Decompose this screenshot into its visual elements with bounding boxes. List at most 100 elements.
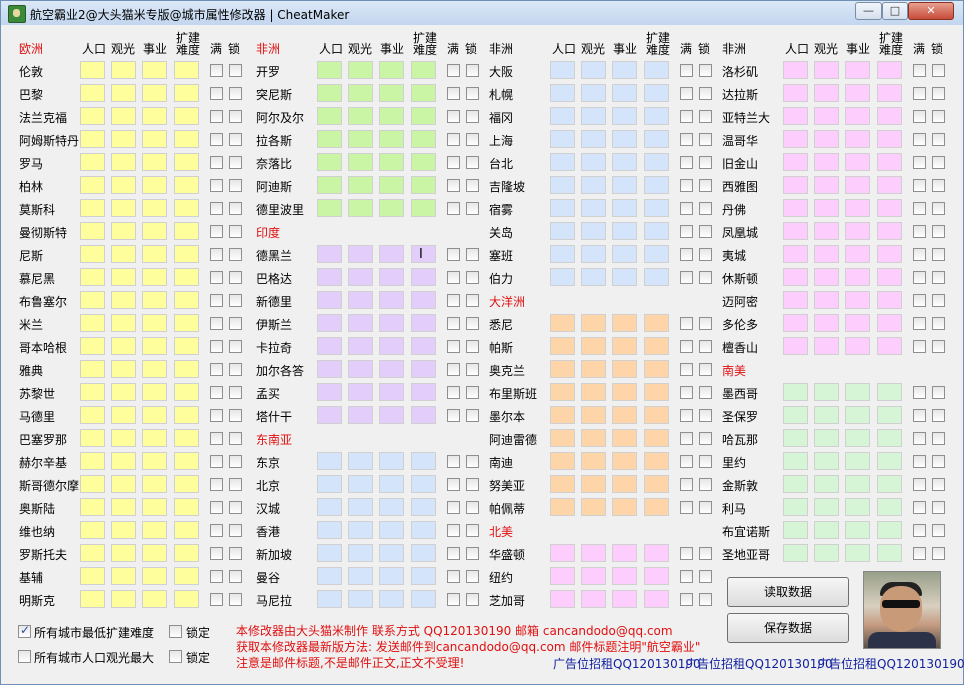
sightseeing-input[interactable] xyxy=(814,452,839,470)
sightseeing-input[interactable] xyxy=(814,199,839,217)
full-checkbox[interactable] xyxy=(210,386,223,399)
full-checkbox[interactable] xyxy=(210,593,223,606)
business-input[interactable] xyxy=(142,475,167,493)
business-input[interactable] xyxy=(845,107,870,125)
full-checkbox[interactable] xyxy=(680,432,693,445)
close-button[interactable]: ✕ xyxy=(908,2,954,20)
sightseeing-input[interactable] xyxy=(581,590,606,608)
sightseeing-input[interactable] xyxy=(348,544,373,562)
full-checkbox[interactable] xyxy=(913,64,926,77)
sightseeing-input[interactable] xyxy=(348,84,373,102)
full-checkbox[interactable] xyxy=(447,524,460,537)
lock-checkbox[interactable] xyxy=(229,501,242,514)
business-input[interactable] xyxy=(845,84,870,102)
full-checkbox[interactable] xyxy=(680,202,693,215)
sightseeing-input[interactable] xyxy=(581,429,606,447)
expand-difficulty-input[interactable] xyxy=(877,521,902,539)
full-checkbox[interactable] xyxy=(447,294,460,307)
expand-difficulty-input[interactable] xyxy=(877,107,902,125)
sightseeing-input[interactable] xyxy=(814,337,839,355)
population-input[interactable] xyxy=(550,107,575,125)
expand-difficulty-input[interactable] xyxy=(174,590,199,608)
full-checkbox[interactable] xyxy=(913,386,926,399)
business-input[interactable] xyxy=(612,153,637,171)
population-input[interactable] xyxy=(550,176,575,194)
full-checkbox[interactable] xyxy=(447,593,460,606)
business-input[interactable] xyxy=(142,291,167,309)
sightseeing-input[interactable] xyxy=(348,153,373,171)
business-input[interactable] xyxy=(142,429,167,447)
population-input[interactable] xyxy=(317,337,342,355)
full-checkbox[interactable] xyxy=(680,455,693,468)
business-input[interactable] xyxy=(612,590,637,608)
save-data-button[interactable]: 保存数据 xyxy=(727,613,849,643)
lock-checkbox[interactable] xyxy=(932,340,945,353)
lock-checkbox[interactable] xyxy=(932,248,945,261)
full-checkbox[interactable] xyxy=(913,340,926,353)
full-checkbox[interactable] xyxy=(210,156,223,169)
full-checkbox[interactable] xyxy=(913,317,926,330)
population-input[interactable] xyxy=(550,130,575,148)
sightseeing-input[interactable] xyxy=(111,429,136,447)
full-checkbox[interactable] xyxy=(447,501,460,514)
population-input[interactable] xyxy=(550,61,575,79)
sightseeing-input[interactable] xyxy=(111,268,136,286)
full-checkbox[interactable] xyxy=(210,64,223,77)
full-checkbox[interactable] xyxy=(913,294,926,307)
expand-difficulty-input[interactable] xyxy=(174,61,199,79)
population-input[interactable] xyxy=(550,406,575,424)
lock-checkbox[interactable] xyxy=(229,455,242,468)
sightseeing-input[interactable] xyxy=(814,84,839,102)
sightseeing-input[interactable] xyxy=(581,567,606,585)
full-checkbox[interactable] xyxy=(447,317,460,330)
business-input[interactable] xyxy=(612,406,637,424)
sightseeing-input[interactable] xyxy=(348,268,373,286)
full-checkbox[interactable] xyxy=(913,87,926,100)
business-input[interactable] xyxy=(612,84,637,102)
business-input[interactable] xyxy=(379,544,404,562)
population-input[interactable] xyxy=(550,199,575,217)
sightseeing-input[interactable] xyxy=(581,406,606,424)
full-checkbox[interactable] xyxy=(913,409,926,422)
sightseeing-input[interactable] xyxy=(111,383,136,401)
population-input[interactable] xyxy=(80,452,105,470)
expand-difficulty-input[interactable] xyxy=(411,360,436,378)
expand-difficulty-input[interactable] xyxy=(411,268,436,286)
sightseeing-input[interactable] xyxy=(581,383,606,401)
expand-difficulty-input[interactable] xyxy=(644,544,669,562)
business-input[interactable] xyxy=(845,521,870,539)
lock-checkbox[interactable] xyxy=(932,64,945,77)
business-input[interactable] xyxy=(379,567,404,585)
population-input[interactable] xyxy=(550,314,575,332)
sightseeing-input[interactable] xyxy=(581,314,606,332)
expand-difficulty-input[interactable] xyxy=(644,153,669,171)
business-input[interactable] xyxy=(845,337,870,355)
population-input[interactable] xyxy=(317,521,342,539)
population-input[interactable] xyxy=(80,567,105,585)
business-input[interactable] xyxy=(612,429,637,447)
population-input[interactable] xyxy=(783,429,808,447)
sightseeing-input[interactable] xyxy=(348,406,373,424)
population-input[interactable] xyxy=(317,498,342,516)
business-input[interactable] xyxy=(142,567,167,585)
sightseeing-input[interactable] xyxy=(814,245,839,263)
sightseeing-input[interactable] xyxy=(581,245,606,263)
business-input[interactable] xyxy=(379,383,404,401)
expand-difficulty-input[interactable] xyxy=(174,475,199,493)
full-checkbox[interactable] xyxy=(447,110,460,123)
sightseeing-input[interactable] xyxy=(814,61,839,79)
sightseeing-input[interactable] xyxy=(111,521,136,539)
full-checkbox[interactable] xyxy=(210,432,223,445)
expand-difficulty-input[interactable] xyxy=(644,567,669,585)
lock-checkbox[interactable] xyxy=(932,547,945,560)
business-input[interactable] xyxy=(142,521,167,539)
full-checkbox[interactable] xyxy=(913,478,926,491)
full-checkbox[interactable] xyxy=(447,271,460,284)
expand-difficulty-input[interactable] xyxy=(877,199,902,217)
population-input[interactable] xyxy=(80,199,105,217)
population-input[interactable] xyxy=(80,153,105,171)
business-input[interactable] xyxy=(379,84,404,102)
business-input[interactable] xyxy=(379,153,404,171)
business-input[interactable] xyxy=(612,383,637,401)
business-input[interactable] xyxy=(142,360,167,378)
